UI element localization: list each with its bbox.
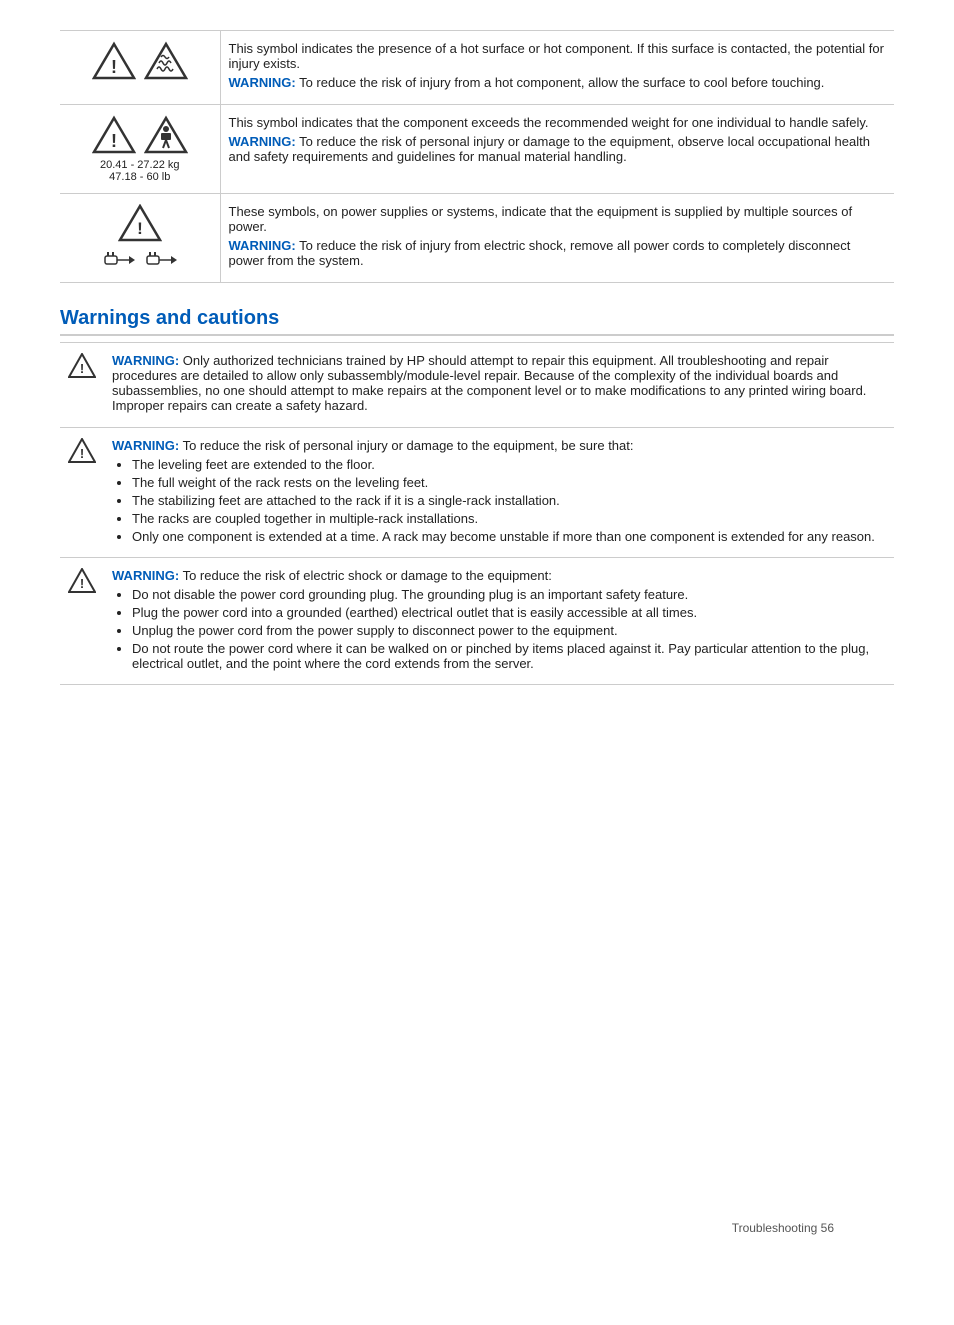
warning-2-content: WARNING: To reduce the risk of personal …: [104, 428, 894, 558]
weight-plain: This symbol indicates that the component…: [229, 115, 887, 130]
warning-3-intro: WARNING: To reduce the risk of electric …: [112, 568, 886, 583]
footer: Troubleshooting 56: [732, 1221, 834, 1235]
weight-lb: 47.18 - 60 lb: [68, 171, 212, 183]
weight-person-icon: [144, 115, 188, 155]
svg-text:!: !: [111, 57, 117, 77]
section-heading: Warnings and cautions: [60, 307, 894, 336]
svg-text:!: !: [80, 446, 84, 461]
hot-warn-label: WARNING:: [229, 75, 296, 90]
svg-text:!: !: [137, 219, 143, 238]
list-item: Unplug the power cord from the power sup…: [132, 623, 886, 638]
list-item: The leveling feet are extended to the fl…: [132, 457, 886, 472]
warning-2-icon-cell: !: [60, 428, 104, 558]
power-warn-label: WARNING:: [229, 238, 296, 253]
warning-2-intro-text: To reduce the risk of personal injury or…: [183, 438, 634, 453]
warning-3-intro-text: To reduce the risk of electric shock or …: [183, 568, 552, 583]
hot-triangle-icon: !: [92, 41, 136, 81]
page-wrap: ! This symbol indicates the presence of …: [60, 30, 894, 1265]
svg-text:!: !: [80, 576, 84, 591]
power-triangle-icon: !: [118, 204, 162, 242]
symbol-row-power: !: [60, 194, 894, 283]
svg-text:!: !: [80, 361, 84, 376]
weight-triangle-icon: !: [92, 115, 136, 155]
weight-text-cell: This symbol indicates that the component…: [220, 105, 894, 194]
symbol-row-weight: ! 20.41 - 27.22 kg 47.18 - 60 lb: [60, 105, 894, 194]
warning-row-1: ! WARNING: Only authorized technicians t…: [60, 343, 894, 428]
warning-2-intro: WARNING: To reduce the risk of personal …: [112, 438, 886, 453]
warning-row-2: ! WARNING: To reduce the risk of persona…: [60, 428, 894, 558]
list-item: Only one component is extended at a time…: [132, 529, 886, 544]
warning-2-triangle-icon: !: [68, 438, 96, 464]
weight-icons: ! 20.41 - 27.22 kg 47.18 - 60 lb: [60, 105, 220, 194]
weight-warn-label: WARNING:: [229, 134, 296, 149]
power-warn-text: To reduce the risk of injury from electr…: [229, 238, 851, 268]
power-plain: These symbols, on power supplies or syst…: [229, 204, 887, 234]
hot-surface-icons: !: [60, 31, 220, 105]
warning-1-label: WARNING:: [112, 353, 179, 368]
warning-row-3: ! WARNING: To reduce the risk of electri…: [60, 558, 894, 685]
list-item: Do not route the power cord where it can…: [132, 641, 886, 671]
warning-3-label: WARNING:: [112, 568, 179, 583]
power-plug-1-icon: [101, 248, 137, 270]
weight-warning: WARNING: To reduce the risk of personal …: [229, 134, 887, 164]
symbol-table: ! This symbol indicates the presence of …: [60, 30, 894, 283]
power-icons: !: [60, 194, 220, 283]
warning-1-icon-cell: !: [60, 343, 104, 428]
symbol-row-hot: ! This symbol indicates the presence of …: [60, 31, 894, 105]
list-item: The racks are coupled together in multip…: [132, 511, 886, 526]
hot-warn-text: To reduce the risk of injury from a hot …: [299, 75, 824, 90]
svg-text:!: !: [111, 131, 117, 151]
list-item: Do not disable the power cord grounding …: [132, 587, 886, 602]
footer-text: Troubleshooting 56: [732, 1221, 834, 1235]
warning-3-icon-cell: !: [60, 558, 104, 685]
warning-1-text: WARNING: Only authorized technicians tra…: [112, 353, 886, 413]
warnings-table: ! WARNING: Only authorized technicians t…: [60, 342, 894, 685]
weight-warn-text: To reduce the risk of personal injury or…: [229, 134, 870, 164]
hot-surface-warning: WARNING: To reduce the risk of injury fr…: [229, 75, 887, 90]
power-text-cell: These symbols, on power supplies or syst…: [220, 194, 894, 283]
warning-1-triangle-icon: !: [68, 353, 96, 379]
power-plug-2-icon: [143, 248, 179, 270]
list-item: Plug the power cord into a grounded (ear…: [132, 605, 886, 620]
warning-2-label: WARNING:: [112, 438, 179, 453]
warning-3-content: WARNING: To reduce the risk of electric …: [104, 558, 894, 685]
weight-kg: 20.41 - 27.22 kg: [68, 159, 212, 171]
list-item: The stabilizing feet are attached to the…: [132, 493, 886, 508]
power-warning: WARNING: To reduce the risk of injury fr…: [229, 238, 887, 268]
warning-1-body: Only authorized technicians trained by H…: [112, 353, 866, 413]
warning-3-triangle-icon: !: [68, 568, 96, 594]
warning-2-list: The leveling feet are extended to the fl…: [132, 457, 886, 544]
hot-wavy-icon: [144, 41, 188, 81]
warning-1-content: WARNING: Only authorized technicians tra…: [104, 343, 894, 428]
hot-surface-plain: This symbol indicates the presence of a …: [229, 41, 887, 71]
warning-3-list: Do not disable the power cord grounding …: [132, 587, 886, 671]
list-item: The full weight of the rack rests on the…: [132, 475, 886, 490]
hot-surface-text: This symbol indicates the presence of a …: [220, 31, 894, 105]
